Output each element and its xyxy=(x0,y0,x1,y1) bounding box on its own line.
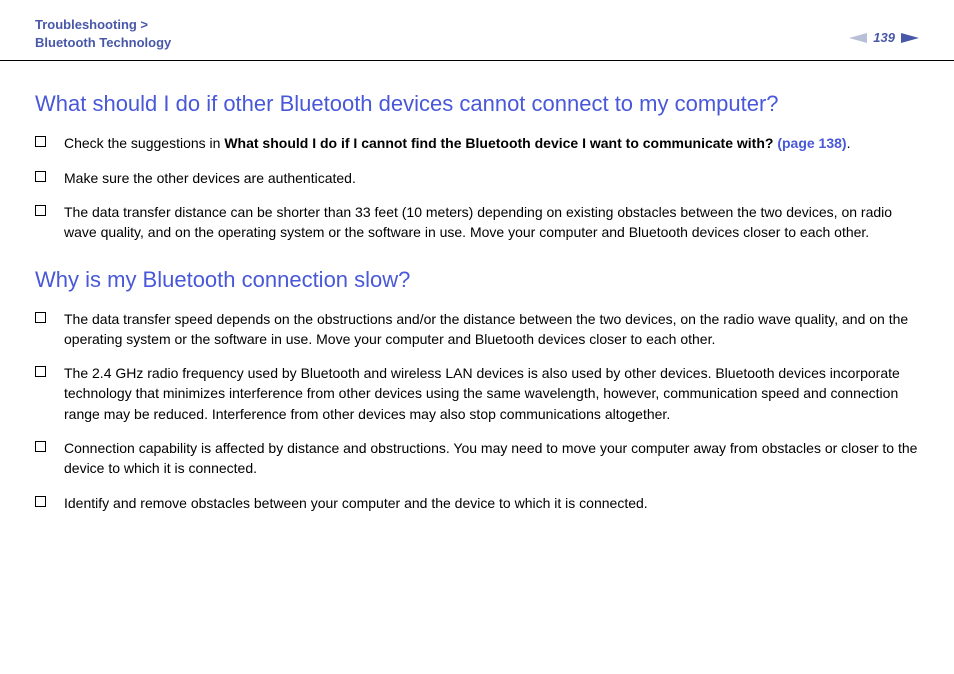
list-item: Connection capability is affected by dis… xyxy=(35,438,919,479)
bullet-icon xyxy=(35,366,46,377)
breadcrumb-line2: Bluetooth Technology xyxy=(35,34,171,52)
list-item: Identify and remove obstacles between yo… xyxy=(35,493,919,513)
arrow-right-icon[interactable] xyxy=(901,33,919,43)
list-item: The data transfer speed depends on the o… xyxy=(35,309,919,350)
page-number: 139 xyxy=(873,30,895,45)
bullet-icon xyxy=(35,312,46,323)
list-item: The data transfer distance can be shorte… xyxy=(35,202,919,243)
bullet-icon xyxy=(35,496,46,507)
bullet-text: Make sure the other devices are authenti… xyxy=(64,168,919,188)
breadcrumb-line1: Troubleshooting > xyxy=(35,16,171,34)
breadcrumb: Troubleshooting > Bluetooth Technology xyxy=(35,16,171,52)
page-link[interactable]: (page 138) xyxy=(777,135,846,151)
bullet-icon xyxy=(35,441,46,452)
bullet-text: The data transfer distance can be shorte… xyxy=(64,202,919,243)
page-header: Troubleshooting > Bluetooth Technology 1… xyxy=(0,0,954,61)
page-navigation: 139 xyxy=(849,16,919,45)
bullet-list-1: Check the suggestions in What should I d… xyxy=(35,133,919,242)
bullet-text: Check the suggestions in What should I d… xyxy=(64,133,919,153)
bullet-text: The data transfer speed depends on the o… xyxy=(64,309,919,350)
bullet-icon xyxy=(35,205,46,216)
section-title-1: What should I do if other Bluetooth devi… xyxy=(35,91,919,117)
bullet-icon xyxy=(35,136,46,147)
list-item: The 2.4 GHz radio frequency used by Blue… xyxy=(35,363,919,424)
bullet-icon xyxy=(35,171,46,182)
arrow-left-icon[interactable] xyxy=(849,33,867,43)
text-suffix: . xyxy=(847,135,851,151)
section-title-2: Why is my Bluetooth connection slow? xyxy=(35,267,919,293)
list-item: Make sure the other devices are authenti… xyxy=(35,168,919,188)
bullet-text: The 2.4 GHz radio frequency used by Blue… xyxy=(64,363,919,424)
list-item: Check the suggestions in What should I d… xyxy=(35,133,919,153)
bullet-list-2: The data transfer speed depends on the o… xyxy=(35,309,919,513)
page-content: What should I do if other Bluetooth devi… xyxy=(0,61,954,557)
bullet-text: Identify and remove obstacles between yo… xyxy=(64,493,919,513)
text-prefix: Check the suggestions in xyxy=(64,135,224,151)
text-bold: What should I do if I cannot find the Bl… xyxy=(224,135,777,151)
bullet-text: Connection capability is affected by dis… xyxy=(64,438,919,479)
